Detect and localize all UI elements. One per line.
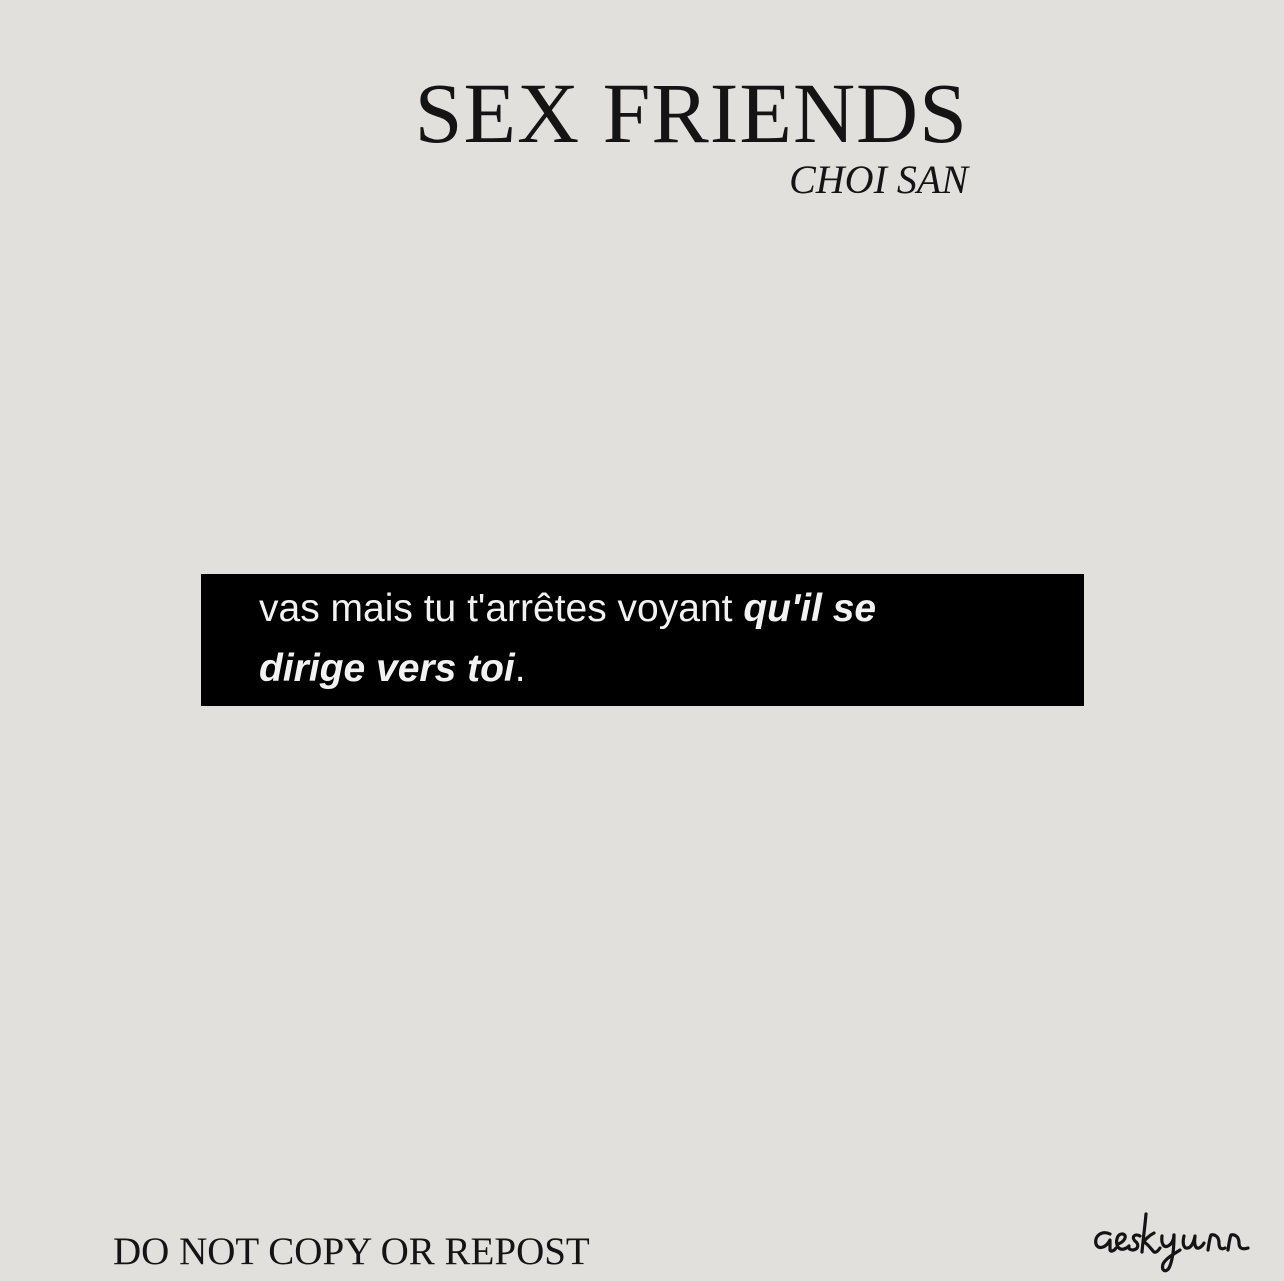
story-line-1-emphasis: qu'il se [743,587,877,630]
story-line-2: dirige vers toi. [259,639,1084,699]
story-line-2-plain: . [514,647,526,690]
story-subtitle: CHOI SAN [789,157,968,202]
story-line-2-emphasis: dirige vers toi [259,647,515,690]
signature-logo [1094,1212,1250,1273]
story-line-1: vas mais tu t'arrêtes voyant qu'il se [259,579,1084,639]
copyright-notice: DO NOT COPY OR REPOST [113,1230,590,1273]
story-text-box: vas mais tu t'arrêtes voyant qu'il se di… [201,574,1084,706]
story-line-1-plain: vas mais tu t'arrêtes voyant [259,587,744,630]
story-title: SEX FRIENDS [414,65,968,161]
